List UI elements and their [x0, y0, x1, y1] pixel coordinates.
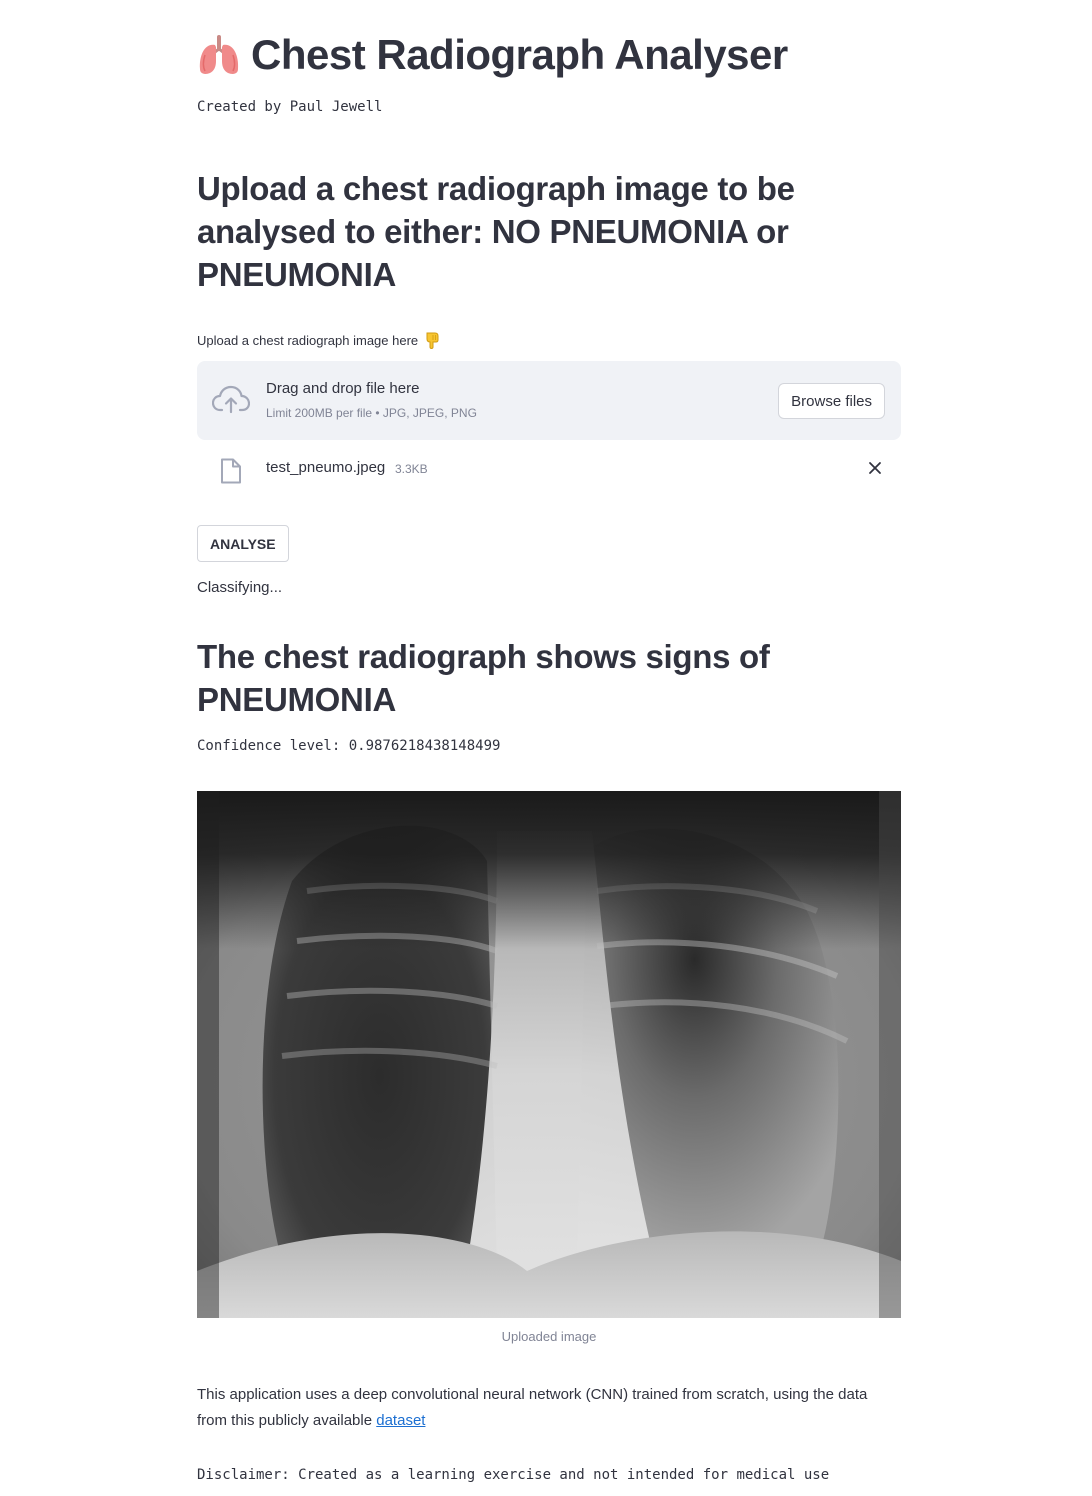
- lungs-icon: [199, 35, 239, 74]
- file-size: 3.3KB: [395, 462, 428, 476]
- dropzone-limit: Limit 200MB per file • JPG, JPEG, PNG: [266, 406, 477, 420]
- uploader-label-text: Upload a chest radiograph image here: [197, 332, 419, 348]
- description-text: This application uses a deep convolution…: [197, 1386, 868, 1429]
- disclaimer: Disclaimer: Created as a learning exerci…: [197, 1467, 830, 1483]
- status-text: Classifying...: [197, 579, 283, 596]
- confidence-level: Confidence level: 0.9876218438148499: [197, 738, 501, 754]
- upload-heading: Upload a chest radiograph image to be an…: [197, 170, 795, 293]
- result-heading: The chest radiograph shows signs of PNEU…: [197, 638, 770, 718]
- uploaded-file-row: test_pneumo.jpeg 3.3KB: [197, 452, 901, 486]
- file-icon: [221, 458, 241, 484]
- title-row: Chest Radiograph Analyser: [197, 30, 788, 80]
- uploader-label: Upload a chest radiograph image here: [197, 331, 440, 349]
- dataset-link[interactable]: dataset: [376, 1412, 425, 1429]
- pointing-down-hand-icon: [426, 332, 439, 349]
- dropzone-title: Drag and drop file here: [266, 380, 420, 397]
- browse-files-button[interactable]: Browse files: [778, 383, 885, 419]
- file-name: test_pneumo.jpeg: [266, 459, 386, 476]
- cloud-upload-icon: [212, 385, 250, 414]
- close-icon[interactable]: [868, 461, 882, 475]
- uploaded-xray-image: [197, 791, 901, 1318]
- image-caption: Uploaded image: [501, 1329, 597, 1344]
- analyse-button[interactable]: ANALYSE: [197, 525, 289, 562]
- app-description: This application uses a deep convolution…: [197, 1382, 901, 1434]
- page-title: Chest Radiograph Analyser: [251, 31, 788, 78]
- author-credit: Created by Paul Jewell: [197, 99, 383, 115]
- file-dropzone[interactable]: Drag and drop file here Limit 200MB per …: [197, 361, 901, 440]
